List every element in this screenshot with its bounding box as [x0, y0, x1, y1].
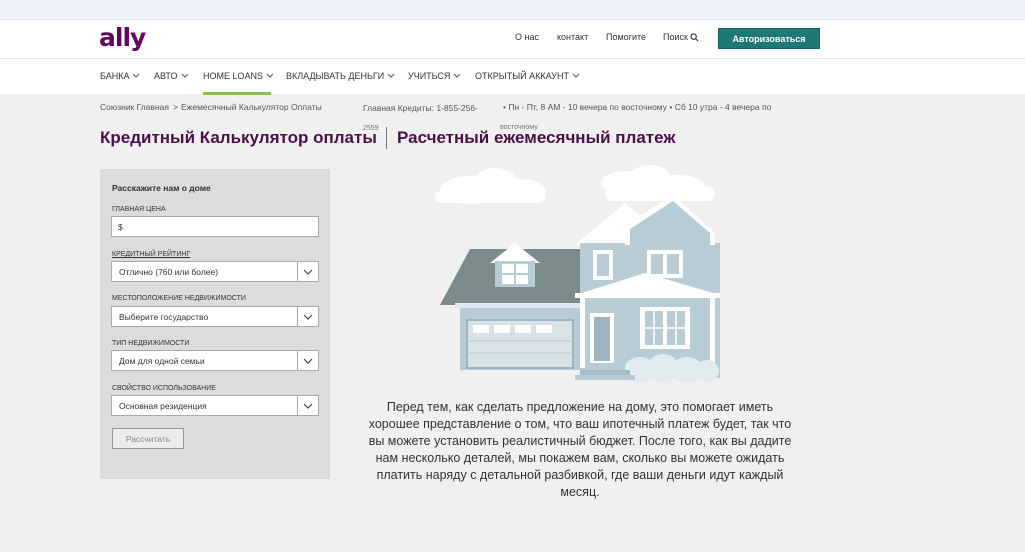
credit-rating-value: Отлично (760 или более) — [119, 267, 219, 277]
browser-top-strip — [0, 0, 1025, 20]
nav-item-label: ВКЛАДЫВАТЬ ДЕНЬГИ — [286, 71, 385, 81]
contact-link[interactable]: контакт — [557, 32, 588, 42]
home-info-form: Расскажите нам о доме ГЛАВНАЯ ЦЕНА $ КРЕ… — [100, 169, 330, 479]
nav-item-label: HOME LOANS — [203, 71, 264, 81]
property-type-value: Дом для одной семьи — [119, 356, 205, 366]
calculator-description: Перед тем, как сделать предложение на до… — [368, 400, 792, 499]
property-type-select[interactable]: Дом для одной семьи — [111, 350, 319, 371]
chevron-down-icon — [454, 73, 461, 78]
title-divider — [386, 127, 387, 149]
chevron-down-icon — [297, 307, 318, 326]
ally-logo[interactable]: ally — [99, 23, 146, 52]
chevron-down-icon — [297, 396, 318, 415]
nav-item-auto[interactable]: АВТО — [154, 71, 189, 81]
breadcrumb-separator: > — [173, 102, 178, 112]
house-illustration — [435, 165, 720, 383]
nav-item-invest[interactable]: ВКЛАДЫВАТЬ ДЕНЬГИ — [286, 71, 395, 81]
help-link[interactable]: Помогите — [606, 32, 646, 42]
chevron-down-icon — [181, 73, 188, 78]
property-use-label: свойство использование — [112, 385, 216, 392]
chevron-down-icon — [297, 351, 318, 370]
nav-item-label: АВТО — [154, 71, 178, 81]
chevron-down-icon — [266, 73, 274, 78]
form-title: Расскажите нам о доме — [112, 183, 211, 193]
nav-item-label: УЧИТЬСЯ — [408, 71, 451, 81]
home-price-input[interactable]: $ — [111, 216, 319, 237]
business-hours: • Пн - Пт, 8 AM - 10 вечера по восточном… — [503, 102, 772, 112]
location-value: Выберите государство — [119, 312, 209, 322]
page-title: Кредитный Калькулятор оплаты — [100, 128, 377, 147]
search-icon — [690, 32, 699, 41]
chevron-down-icon — [297, 262, 318, 281]
page-subtitle: Расчетный ежемесячный платеж — [397, 128, 676, 147]
search-link[interactable]: Поиск — [663, 32, 699, 42]
location-label: местоположение недвижимости — [112, 295, 246, 302]
price-label: ГЛАВНАЯ ЦЕНА — [112, 206, 166, 213]
nav-item-home-loans[interactable]: HOME LOANS — [203, 71, 274, 81]
property-type-label: тип недвижимости — [112, 340, 190, 347]
main-nav: БАНКА АВТО HOME LOANS ВКЛАДЫВАТЬ ДЕНЬГИ … — [0, 58, 1025, 95]
nav-item-learn[interactable]: УЧИТЬСЯ — [408, 71, 461, 81]
location-select[interactable]: Выберите государство — [111, 306, 319, 327]
chevron-down-icon — [572, 73, 580, 78]
nav-item-label: ОТКРЫТЫЙ АККАУНТ — [475, 71, 569, 81]
breadcrumb-current: Ежемесячный Калькулятор Оплаты — [181, 102, 322, 112]
header: ally О нас контакт Помогите Поиск Автори… — [0, 20, 1025, 58]
nav-item-label: БАНКА — [100, 71, 130, 81]
about-link[interactable]: О нас — [515, 32, 539, 42]
credit-label: КРЕДИТНЫЙ РЕЙТИНГ — [112, 251, 191, 258]
nav-item-open-account[interactable]: ОТКРЫТЫЙ АККАУНТ — [475, 71, 580, 81]
chevron-down-icon — [387, 73, 395, 78]
phone-number: Главная Кредиты: 1-855-256- — [363, 103, 478, 113]
property-use-value: Основная резиденция — [119, 401, 207, 411]
property-use-select[interactable]: Основная резиденция — [111, 395, 319, 416]
breadcrumb-home[interactable]: Союзник Главная — [100, 102, 169, 112]
search-label: Поиск — [663, 32, 688, 42]
credit-rating-select[interactable]: Отлично (760 или более) — [111, 261, 319, 282]
nav-active-indicator — [203, 92, 271, 95]
chevron-down-icon — [133, 73, 140, 78]
calculate-button[interactable]: Рассчитать — [112, 428, 184, 449]
nav-item-bank[interactable]: БАНКА — [100, 71, 140, 81]
login-button[interactable]: Авторизоваться — [718, 28, 820, 49]
